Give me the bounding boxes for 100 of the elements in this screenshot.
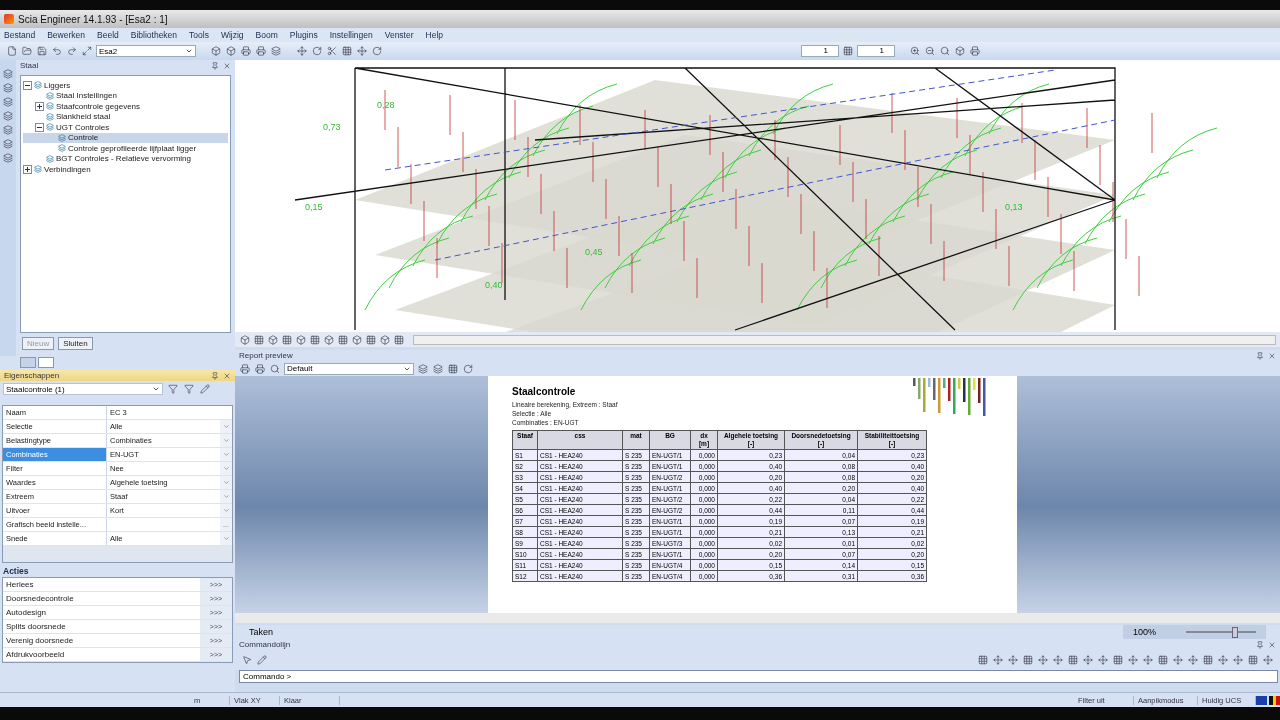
pin-icon[interactable] [1256, 640, 1264, 649]
tree-item[interactable]: Staal Instellingen [23, 90, 228, 101]
layers-icon[interactable] [432, 362, 444, 375]
search-icon[interactable] [269, 362, 281, 375]
grid-icon[interactable] [253, 333, 265, 346]
move-icon[interactable] [1007, 654, 1019, 666]
printer-icon[interactable] [255, 45, 267, 57]
pencil-icon[interactable] [256, 654, 268, 666]
close-icon[interactable] [1268, 640, 1276, 649]
grid-icon[interactable] [309, 333, 321, 346]
tree-item[interactable]: UGT Controles [23, 122, 228, 133]
spin-field[interactable]: 1 [857, 45, 895, 57]
slider-thumb[interactable] [1232, 626, 1238, 638]
cube-icon[interactable] [954, 45, 966, 57]
move-icon[interactable] [296, 45, 308, 57]
menu-item[interactable]: Beeld [97, 30, 119, 40]
collapse-icon[interactable] [35, 122, 44, 132]
close-icon[interactable] [223, 61, 231, 70]
expand-icon[interactable] [35, 101, 44, 111]
menu-item[interactable]: Help [425, 30, 444, 40]
pin-icon[interactable] [1256, 351, 1264, 360]
grid-icon[interactable] [1112, 654, 1124, 666]
grid-icon[interactable] [341, 45, 353, 57]
grid-icon[interactable] [447, 362, 459, 375]
rotate-icon[interactable] [371, 45, 383, 57]
cube-icon[interactable] [210, 45, 222, 57]
template-combo[interactable]: Default [284, 362, 414, 375]
cube-icon[interactable] [267, 333, 279, 346]
horizontal-scrollbar[interactable] [235, 613, 1280, 623]
cube-icon[interactable] [295, 333, 307, 346]
zoom-in-icon[interactable] [909, 45, 921, 57]
tree-item[interactable]: Controle [23, 132, 228, 143]
printer-icon[interactable] [969, 45, 981, 57]
move-icon[interactable] [1097, 654, 1109, 666]
object-combo[interactable]: Staalcontrole (1) [3, 383, 163, 395]
layers-icon[interactable] [2, 110, 14, 122]
window-icon[interactable] [81, 45, 93, 57]
command-field[interactable]: Commando > [239, 670, 1278, 683]
grid-icon[interactable] [1202, 654, 1214, 666]
pin-icon[interactable] [211, 61, 219, 70]
move-icon[interactable] [1217, 654, 1229, 666]
close-icon[interactable] [1268, 351, 1276, 360]
scissors-icon[interactable] [326, 45, 338, 57]
rotate-icon[interactable] [462, 362, 474, 375]
layers-icon[interactable] [2, 68, 14, 80]
layers-icon[interactable] [2, 152, 14, 164]
tree-item[interactable]: Liggers [23, 80, 228, 91]
new-file-icon[interactable] [6, 45, 18, 57]
pencil-icon[interactable] [199, 383, 211, 395]
grid-icon[interactable] [842, 45, 854, 57]
menu-item[interactable]: Bewerken [47, 30, 85, 40]
tree-item[interactable]: Controle geprofileerde lijfplaat ligger [23, 143, 228, 154]
menu-item[interactable]: Bestand [4, 30, 36, 40]
project-combo[interactable]: Esa2 [96, 45, 196, 57]
grid-icon[interactable] [977, 654, 989, 666]
move-icon[interactable] [1127, 654, 1139, 666]
redo-icon[interactable] [66, 45, 78, 57]
cube-icon[interactable] [351, 333, 363, 346]
cube-icon[interactable] [379, 333, 391, 346]
layers-icon[interactable] [417, 362, 429, 375]
save-icon[interactable] [36, 45, 48, 57]
grid-icon[interactable] [393, 333, 405, 346]
move-icon[interactable] [1082, 654, 1094, 666]
grid-icon[interactable] [1067, 654, 1079, 666]
tree-item[interactable]: Verbindingen [23, 164, 228, 175]
folder-icon[interactable] [21, 45, 33, 57]
layers-icon[interactable] [2, 138, 14, 150]
move-icon[interactable] [1262, 654, 1274, 666]
menu-item[interactable]: Bibliotheken [130, 30, 178, 40]
tree-item[interactable]: Slankheid staal [23, 111, 228, 122]
spin-field[interactable]: 1 [801, 45, 839, 57]
menu-item[interactable]: Venster [384, 30, 414, 40]
move-icon[interactable] [1232, 654, 1244, 666]
printer-icon[interactable] [254, 362, 266, 375]
filter-icon[interactable] [183, 383, 195, 395]
expand-icon[interactable] [23, 164, 32, 174]
panel-button[interactable]: Sluiten [58, 337, 93, 350]
panel-tab[interactable] [20, 357, 36, 368]
cube-icon[interactable] [239, 333, 251, 346]
grid-icon[interactable] [1247, 654, 1259, 666]
grid-icon[interactable] [337, 333, 349, 346]
menu-item[interactable]: Wijzig [220, 30, 244, 40]
zoom-out-icon[interactable] [924, 45, 936, 57]
menu-item[interactable]: Boom [255, 30, 278, 40]
cube-icon[interactable] [323, 333, 335, 346]
move-icon[interactable] [1187, 654, 1199, 666]
scrollbar[interactable] [413, 334, 1276, 345]
menu-item[interactable]: Tools [189, 30, 209, 40]
layers-icon[interactable] [2, 82, 14, 94]
move-icon[interactable] [992, 654, 1004, 666]
collapse-icon[interactable] [23, 80, 32, 90]
move-icon[interactable] [356, 45, 368, 57]
filter-icon[interactable] [167, 383, 179, 395]
close-icon[interactable] [223, 371, 231, 380]
grid-icon[interactable] [1157, 654, 1169, 666]
printer-icon[interactable] [240, 45, 252, 57]
menu-item[interactable]: Plugins [289, 30, 318, 40]
cube-icon[interactable] [225, 45, 237, 57]
layers-icon[interactable] [270, 45, 282, 57]
rotate-icon[interactable] [311, 45, 323, 57]
